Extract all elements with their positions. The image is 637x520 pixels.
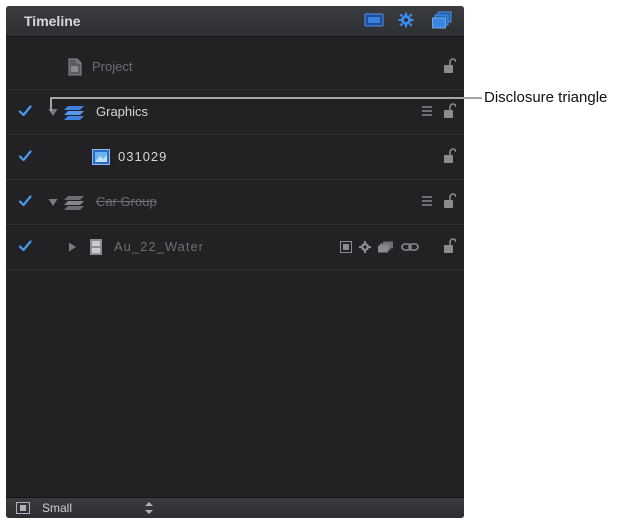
layer-row-project[interactable]: Project: [6, 45, 464, 90]
popup-stepper-icon[interactable]: [144, 501, 154, 515]
layer-row-au-22-water[interactable]: Au_22_Water: [6, 225, 464, 270]
screen-view-button[interactable]: [364, 11, 384, 29]
stack-icon: [422, 106, 432, 116]
filter-icon[interactable]: [340, 241, 352, 253]
disclosure-triangle-collapsed[interactable]: [67, 242, 77, 252]
enable-checkbox[interactable]: [17, 193, 33, 209]
behavior-gear-icon[interactable]: [359, 241, 371, 253]
page: Timeline Project Graphics 031029 Car Gro…: [0, 0, 637, 520]
lock-icon[interactable]: [442, 103, 456, 119]
filmstrip-icon: [85, 236, 107, 258]
layer-label: 031029: [118, 149, 168, 164]
group-icon: [64, 191, 86, 213]
project-file-icon: [64, 56, 86, 78]
triangle-down-icon: [48, 198, 58, 206]
settings-button[interactable]: [396, 11, 416, 29]
layer-label: Project: [92, 59, 133, 74]
layers-icon: [432, 11, 452, 29]
layer-list: Project Graphics 031029 Car Group Au_22_…: [6, 45, 464, 270]
checkmark-icon: [18, 150, 32, 162]
size-popup[interactable]: Small: [42, 501, 72, 515]
image-layer-icon: [90, 146, 112, 168]
link-icon[interactable]: [401, 242, 419, 252]
panel-title: Timeline: [24, 13, 81, 29]
disclosure-triangle-expanded[interactable]: [48, 197, 58, 207]
stack-icon: [422, 196, 432, 206]
gear-icon: [398, 12, 414, 28]
mask-stack-icon[interactable]: [378, 241, 394, 253]
enable-checkbox[interactable]: [17, 238, 33, 254]
timeline-panel: Timeline Project Graphics 031029 Car Gro…: [6, 6, 464, 518]
checkmark-icon: [18, 195, 32, 207]
callout-line-tick: [50, 97, 52, 111]
callout-line: [50, 97, 482, 99]
lock-icon[interactable]: [442, 148, 456, 164]
layer-label: Graphics: [96, 104, 149, 119]
checkmark-icon: [18, 105, 32, 117]
layer-row-car-group[interactable]: Car Group: [6, 180, 464, 225]
timeline-footer: Small: [6, 497, 464, 518]
thumbnail-size-icon: [16, 502, 30, 514]
screen-icon: [364, 13, 384, 27]
layer-row-031029[interactable]: 031029: [6, 135, 464, 180]
lock-icon[interactable]: [442, 193, 456, 209]
layer-attribute-icons: [340, 239, 419, 255]
enable-checkbox[interactable]: [17, 103, 33, 119]
triangle-right-icon: [68, 242, 76, 252]
timeline-header: Timeline: [6, 6, 464, 37]
layers-view-button[interactable]: [432, 11, 452, 29]
lock-icon[interactable]: [442, 238, 456, 254]
layer-label: Au_22_Water: [114, 239, 205, 254]
checkmark-icon: [18, 240, 32, 252]
callout-label: Disclosure triangle: [484, 89, 608, 106]
lock-icon[interactable]: [442, 58, 456, 74]
layer-label: Car Group: [96, 194, 157, 209]
enable-checkbox[interactable]: [17, 148, 33, 164]
group-icon: [64, 101, 86, 123]
